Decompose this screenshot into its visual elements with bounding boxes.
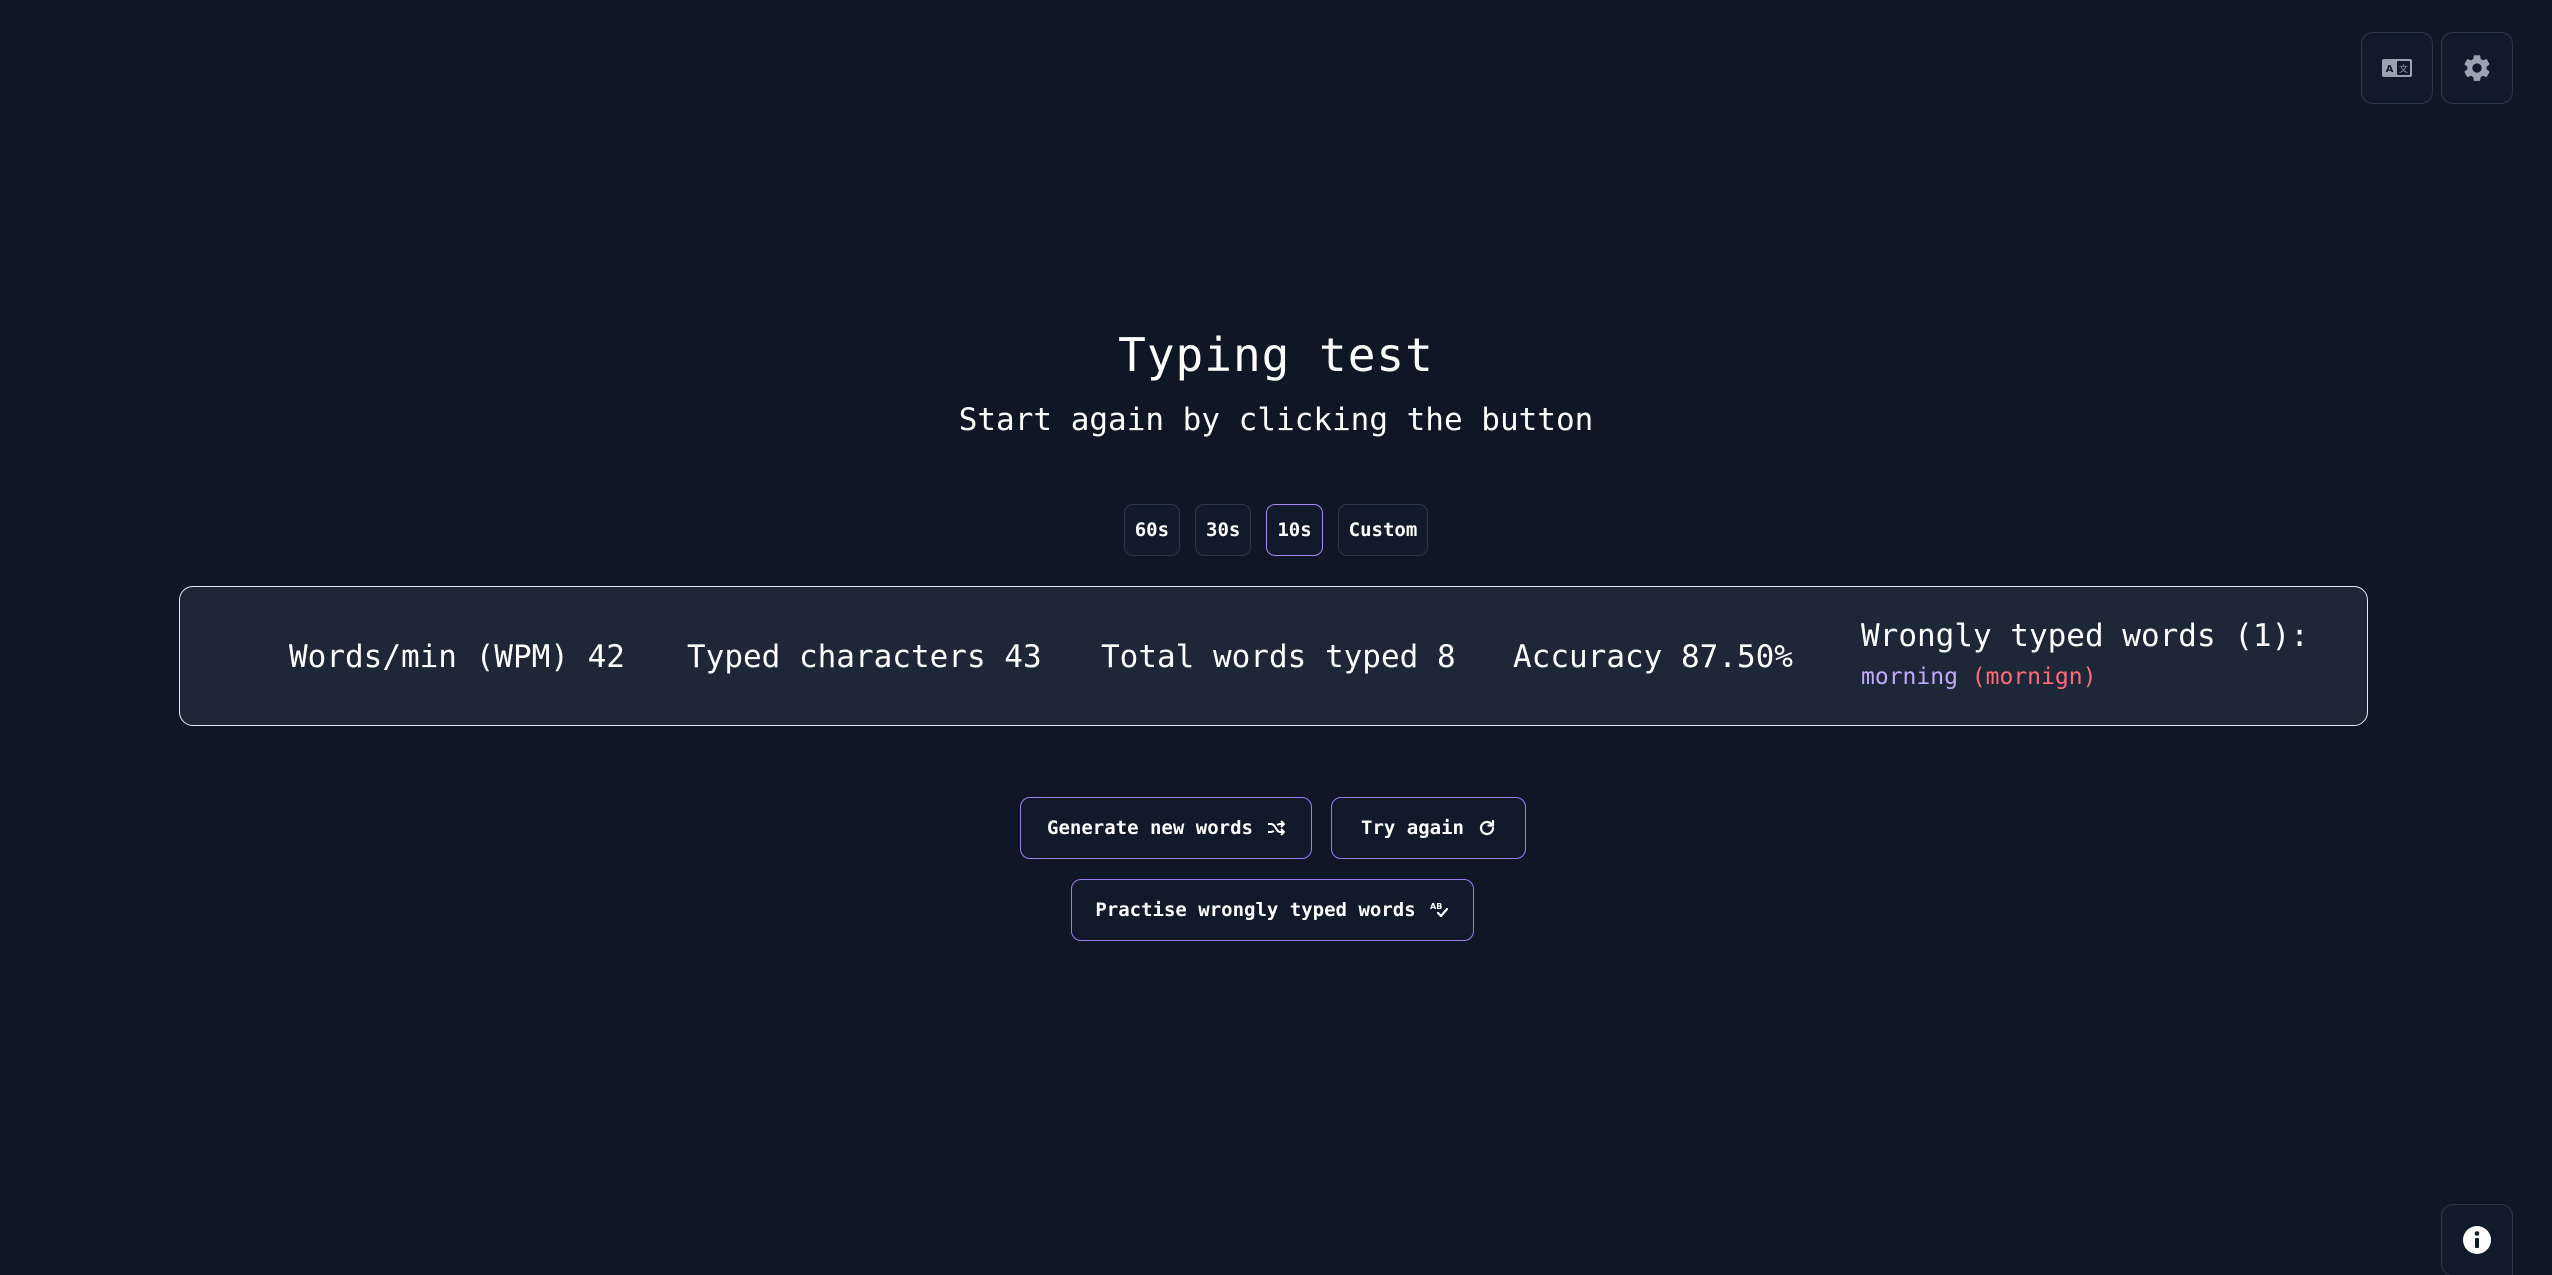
- wrong-words-section: Wrongly typed words (1): morning (mornig…: [1861, 618, 2309, 690]
- page-title: Typing test: [1118, 328, 1434, 382]
- wrong-word-item: morning (mornign): [1861, 664, 2309, 690]
- info-button[interactable]: [2441, 1204, 2513, 1275]
- svg-text:A: A: [2386, 64, 2394, 75]
- svg-text:AB: AB: [1430, 902, 1442, 911]
- practise-label: Practise wrongly typed words: [1095, 899, 1416, 921]
- settings-button[interactable]: [2441, 32, 2513, 104]
- generate-new-words-button[interactable]: Generate new words: [1020, 797, 1312, 859]
- duration-10s-button[interactable]: 10s: [1266, 504, 1323, 556]
- duration-selector: 60s 30s 10s Custom: [0, 504, 2552, 556]
- shuffle-icon: [1267, 820, 1285, 836]
- typed-characters-stat: Typed characters 43: [687, 639, 1042, 675]
- total-words-stat: Total words typed 8: [1101, 639, 1456, 675]
- wrong-words-title: Wrongly typed words (1):: [1861, 618, 2309, 654]
- generate-label: Generate new words: [1047, 817, 1253, 839]
- practise-wrong-words-button[interactable]: Practise wrongly typed words AB: [1071, 879, 1474, 941]
- svg-text:文: 文: [2399, 63, 2408, 75]
- info-icon: [2462, 1225, 2492, 1255]
- top-right-toolbar: A 文: [2361, 32, 2513, 104]
- duration-custom-button[interactable]: Custom: [1337, 504, 1429, 556]
- wpm-stat: Words/min (WPM) 42: [289, 639, 625, 675]
- results-panel: Words/min (WPM) 42 Typed characters 43 T…: [179, 586, 2368, 726]
- refresh-icon: [1478, 819, 1496, 837]
- duration-30s-button[interactable]: 30s: [1195, 504, 1252, 556]
- duration-60s-button[interactable]: 60s: [1123, 504, 1181, 556]
- accuracy-stat: Accuracy 87.50%: [1513, 639, 1793, 675]
- wrong-word-correct: morning: [1861, 664, 1958, 690]
- gear-icon: [2461, 52, 2493, 84]
- language-button[interactable]: A 文: [2361, 32, 2433, 104]
- try-again-button[interactable]: Try again: [1331, 797, 1526, 859]
- page-subtitle: Start again by clicking the button: [958, 402, 1594, 438]
- language-icon: A 文: [2382, 59, 2412, 77]
- wrong-word-typed: (mornign): [1971, 664, 2097, 690]
- try-again-label: Try again: [1361, 817, 1464, 839]
- spellcheck-icon: AB: [1430, 901, 1450, 919]
